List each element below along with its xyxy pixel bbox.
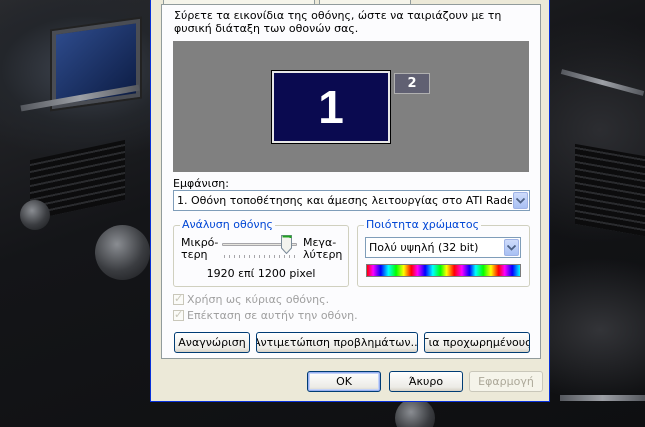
resolution-value: 1920 επί 1200 pixel [206,267,316,280]
advanced-button[interactable]: Για προχωρημένους [424,332,530,353]
color-quality-select[interactable]: Πολύ υψηλή (32 bit) [365,237,521,258]
extend-display-label: Επέκταση σε αυτήν την οθόνη. [187,309,358,322]
display-select-value: 1. Οθόνη τοποθέτησης και άμεσης λειτουργ… [177,194,512,207]
wallpaper-vent [575,143,645,237]
display-label: Εμφάνιση: [173,177,229,190]
wallpaper-knob [20,200,50,230]
wallpaper-trim [560,69,645,96]
resolution-slider-thumb[interactable] [280,235,292,255]
checkbox-check-icon [173,292,184,305]
settings-tab-panel: Σύρετε τα εικονίδια της οθόνης, ώστε να … [161,4,541,359]
monitor-1-icon[interactable]: 1 [272,71,390,143]
ok-button[interactable]: OK [307,371,381,392]
resolution-legend: Ανάλυση οθόνης [180,218,275,231]
chevron-down-icon[interactable] [513,192,528,209]
monitor-2-icon[interactable]: 2 [394,73,430,94]
color-quality-legend: Ποιότητα χρώματος [364,218,482,231]
instruction-text: Σύρετε τα εικονίδια της οθόνης, ώστε να … [174,9,502,35]
wallpaper-knob [95,225,150,280]
cancel-button[interactable]: Άκυρο [389,371,463,392]
troubleshoot-button[interactable]: Αντιμετώπιση προβλημάτων... [256,332,418,353]
display-properties-dialog: Σύρετε τα εικονίδια της οθόνης, ώστε να … [150,0,550,402]
monitor-arrangement-area[interactable]: 1 2 [173,41,529,172]
checkbox-check-icon [173,308,184,321]
monitor-2-label: 2 [407,76,417,91]
color-quality-value: Πολύ υψηλή (32 bit) [369,241,479,254]
resolution-group: Ανάλυση οθόνης Μικρό- τερη Μεγα- λύτερη … [173,218,349,287]
color-quality-group: Ποιότητα χρώματος Πολύ υψηλή (32 bit) [357,218,530,287]
primary-display-checkbox[interactable]: Χρήση ως κύριας οθόνης. [173,292,330,306]
apply-button[interactable]: Εφαρμογή [469,371,543,392]
chevron-down-icon[interactable] [504,239,519,256]
wallpaper-knob [395,398,435,427]
resolution-slider-ticks [224,255,296,258]
extend-display-checkbox[interactable]: Επέκταση σε αυτήν την οθόνη. [173,308,358,322]
wallpaper-trim [560,395,645,401]
identify-button[interactable]: Αναγνώριση [174,332,250,353]
resolution-less-label: Μικρό- τερη [181,236,219,261]
color-spectrum-bar [366,264,521,277]
primary-display-label: Χρήση ως κύριας οθόνης. [187,293,330,306]
resolution-more-label: Μεγα- λύτερη [303,236,343,261]
display-select[interactable]: 1. Οθόνη τοποθέτησης και άμεσης λειτουργ… [173,190,530,211]
monitor-1-label: 1 [318,81,344,133]
